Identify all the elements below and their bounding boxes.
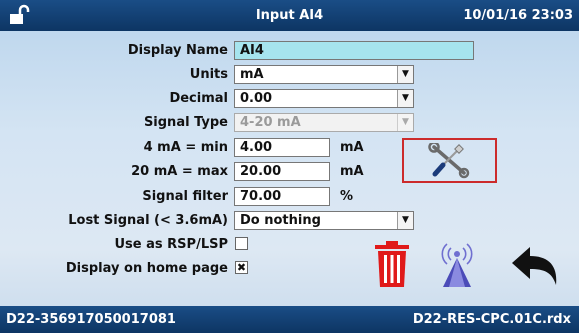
display-name-field[interactable]: AI4 xyxy=(234,41,474,60)
wireless-tower-icon[interactable] xyxy=(437,240,477,288)
title-bar: Input AI4 10/01/16 23:03 xyxy=(0,0,579,31)
lost-signal-select[interactable]: Do nothing ▼ xyxy=(234,211,414,230)
min-unit: mA xyxy=(340,140,364,155)
units-value: mA xyxy=(240,67,264,82)
signal-filter-input[interactable]: 70.00 xyxy=(234,187,330,206)
min-label: 4 mA = min xyxy=(143,140,228,155)
chevron-down-icon: ▼ xyxy=(397,114,413,131)
max-input[interactable]: 20.00 xyxy=(234,162,330,181)
use-rsp-checkbox[interactable] xyxy=(235,237,248,250)
home-page-label: Display on home page xyxy=(65,261,228,276)
lost-signal-label: Lost Signal (< 3.6mA) xyxy=(68,213,228,228)
signal-filter-unit: % xyxy=(340,189,354,204)
signal-type-value: 4-20 mA xyxy=(240,115,301,130)
max-value: 20.00 xyxy=(240,164,282,179)
use-rsp-label: Use as RSP/LSP xyxy=(114,237,229,252)
config-filename: D22-RES-CPC.01C.rdx xyxy=(412,312,571,327)
signal-type-select: 4-20 mA ▼ xyxy=(234,113,414,132)
signal-filter-value: 70.00 xyxy=(240,189,282,204)
display-name-value: AI4 xyxy=(240,43,264,58)
chevron-down-icon: ▼ xyxy=(397,90,413,107)
decimal-value: 0.00 xyxy=(240,91,273,106)
calibrate-button[interactable] xyxy=(402,138,497,183)
decimal-label: Decimal xyxy=(169,91,228,106)
back-arrow-icon[interactable] xyxy=(510,245,560,289)
home-page-checkbox[interactable]: ✖ xyxy=(235,261,248,274)
checkbox-mark: ✖ xyxy=(236,261,247,274)
units-select[interactable]: mA ▼ xyxy=(234,65,414,84)
units-label: Units xyxy=(189,67,228,82)
decimal-select[interactable]: 0.00 ▼ xyxy=(234,89,414,108)
chevron-down-icon: ▼ xyxy=(397,66,413,83)
max-label: 20 mA = max xyxy=(131,164,228,179)
chevron-down-icon: ▼ xyxy=(397,212,413,229)
min-value: 4.00 xyxy=(240,140,273,155)
trash-icon[interactable] xyxy=(374,241,410,287)
max-unit: mA xyxy=(340,164,364,179)
signal-filter-label: Signal filter xyxy=(142,189,228,204)
tools-calibrate-icon xyxy=(428,143,470,179)
display-name-label: Display Name xyxy=(127,43,228,58)
device-serial: D22-356917050017081 xyxy=(6,312,176,327)
lost-signal-value: Do nothing xyxy=(240,213,321,228)
status-bar: D22-356917050017081 D22-RES-CPC.01C.rdx xyxy=(0,306,579,333)
datetime: 10/01/16 23:03 xyxy=(463,8,573,23)
min-input[interactable]: 4.00 xyxy=(234,138,330,157)
signal-type-label: Signal Type xyxy=(143,115,228,130)
